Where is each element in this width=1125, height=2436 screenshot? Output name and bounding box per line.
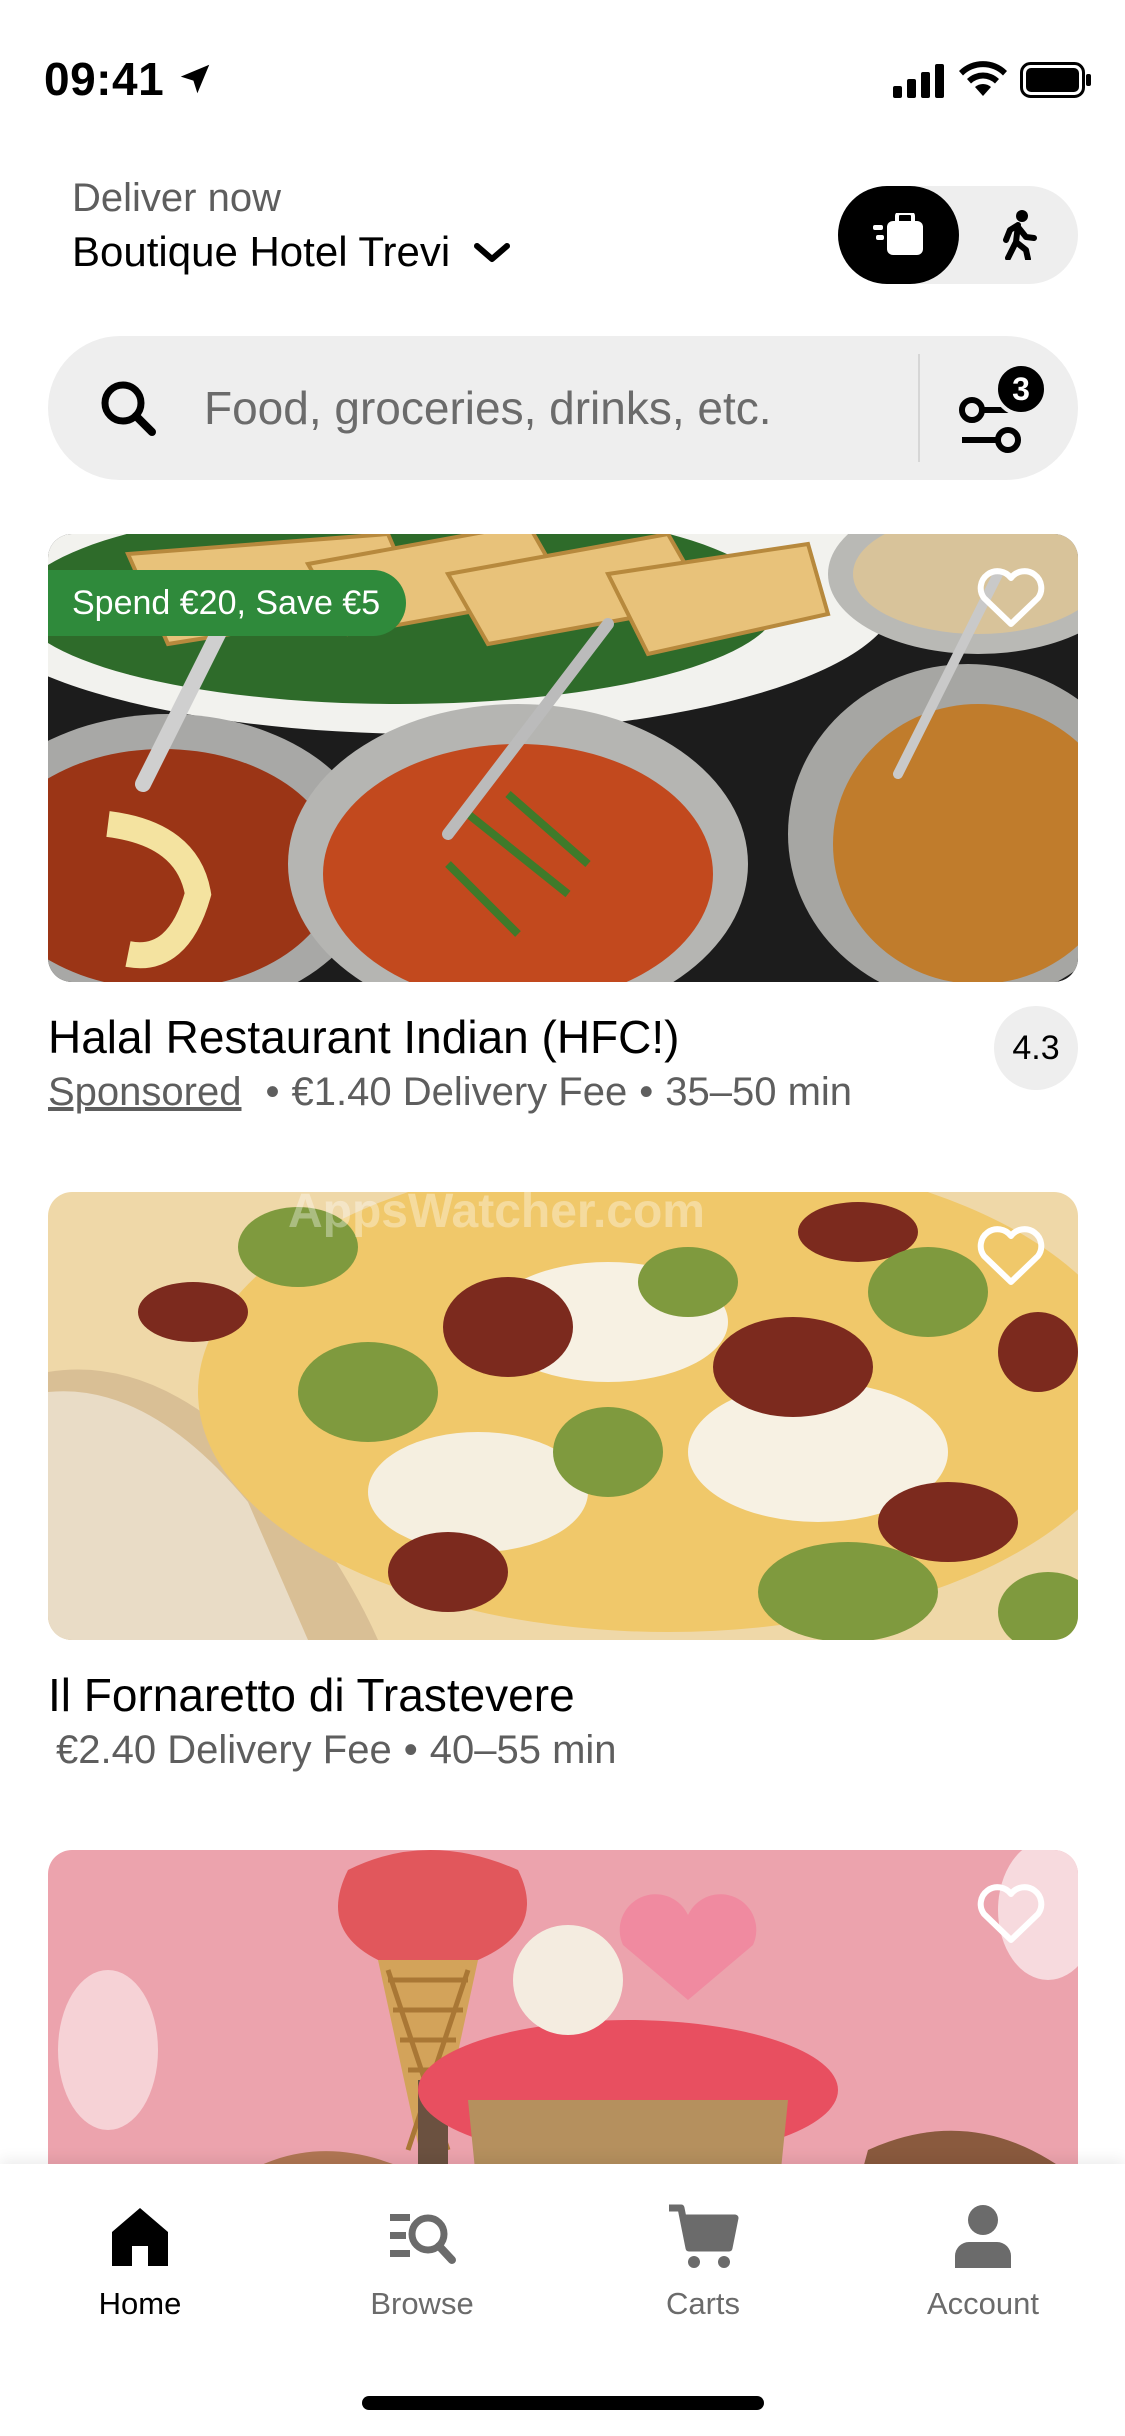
restaurant-card[interactable]: Spend €20, Save €5 Halal Restaurant Indi… — [48, 534, 1078, 1114]
restaurant-image: AppsWatcher.com — [48, 1192, 1078, 1640]
filter-count-badge: 3 — [994, 362, 1048, 416]
browse-icon — [390, 2214, 456, 2264]
search-input[interactable] — [204, 376, 944, 440]
pickup-mode-button[interactable] — [959, 186, 1078, 284]
account-icon — [955, 2205, 1011, 2268]
home-icon — [112, 2208, 168, 2266]
separator-dot: • — [639, 1070, 654, 1114]
promo-badge: Spend €20, Save €5 — [48, 570, 407, 636]
delivery-eta: 40–55 min — [429, 1728, 617, 1772]
delivery-mode-toggle — [838, 186, 1078, 284]
tab-label: Carts — [665, 2286, 741, 2321]
restaurant-card[interactable]: AppsWatcher.com Il Fornaretto di Trastev… — [48, 1192, 1078, 1772]
restaurant-meta: €2.40 Delivery Fee • 40–55 min — [56, 1728, 617, 1773]
tab-label: Home — [98, 2286, 182, 2321]
tab-label: Account — [926, 2286, 1039, 2321]
cellular-signal-icon — [893, 64, 944, 98]
tab-carts[interactable]: Carts — [603, 2184, 803, 2334]
favorite-heart-icon[interactable] — [976, 1884, 1046, 1946]
cart-icon — [669, 2204, 739, 2268]
sponsored-label[interactable]: Sponsored — [48, 1070, 241, 1115]
watermark-text: AppsWatcher.com — [288, 1192, 705, 1238]
delivery-eta: 35–50 min — [665, 1070, 853, 1114]
search-bar: 3 — [48, 336, 1078, 480]
wifi-icon — [959, 61, 1007, 96]
delivery-fee: €2.40 Delivery Fee — [56, 1728, 392, 1772]
tab-browse[interactable]: Browse — [322, 2184, 522, 2334]
status-bar: 09:41 — [0, 0, 1125, 150]
delivery-bag-icon — [872, 213, 923, 255]
address-text: Boutique Hotel Trevi — [72, 228, 451, 275]
deliver-now-label: Deliver now — [72, 176, 281, 220]
tab-account[interactable]: Account — [883, 2184, 1083, 2334]
restaurant-name: Il Fornaretto di Trastevere — [48, 1669, 575, 1721]
battery-icon — [1020, 62, 1091, 98]
separator-dot: • — [265, 1070, 280, 1114]
filter-button[interactable]: 3 — [944, 356, 1054, 466]
tab-home[interactable]: Home — [40, 2184, 240, 2334]
restaurant-name: Halal Restaurant Indian (HFC!) — [48, 1011, 680, 1063]
favorite-heart-icon[interactable] — [976, 1226, 1046, 1288]
separator-dot: • — [403, 1728, 418, 1772]
tab-label: Browse — [370, 2286, 474, 2321]
restaurant-image: Spend €20, Save €5 — [48, 534, 1078, 982]
rating-badge: 4.3 — [994, 1006, 1078, 1090]
restaurant-meta: Sponsored • €1.40 Delivery Fee • 35–50 m… — [48, 1070, 852, 1115]
search-icon — [101, 381, 156, 436]
delivery-fee: €1.40 Delivery Fee — [291, 1070, 628, 1114]
address-selector[interactable]: Boutique Hotel Trevi — [72, 228, 512, 276]
pizza-image: AppsWatcher.com — [48, 1192, 1078, 1640]
chevron-down-icon — [474, 243, 511, 262]
favorite-heart-icon[interactable] — [976, 568, 1046, 630]
location-arrow-icon — [180, 64, 210, 94]
status-time: 09:41 — [44, 53, 165, 105]
search-divider — [918, 354, 920, 462]
delivery-mode-button[interactable] — [838, 186, 959, 284]
home-indicator — [362, 2396, 764, 2410]
walking-person-icon — [1002, 210, 1037, 260]
